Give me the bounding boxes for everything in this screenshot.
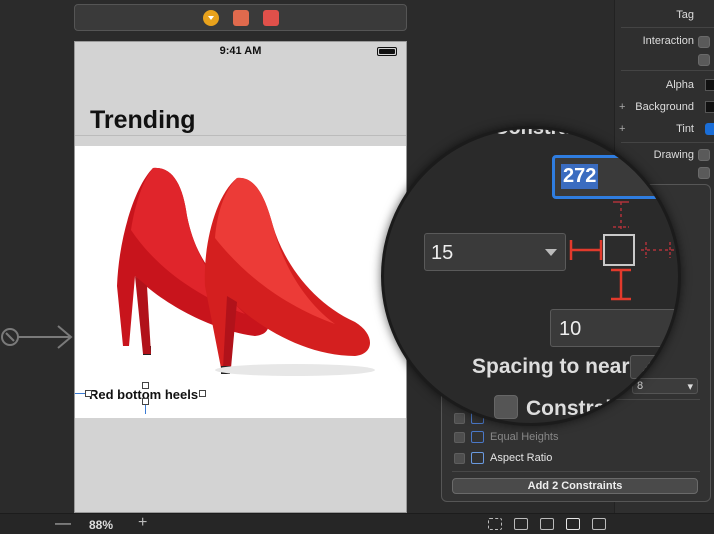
aspect-ratio-row[interactable]: Aspect Ratio <box>454 452 552 464</box>
resize-handle-left[interactable] <box>85 390 92 397</box>
bottom-constraint-line <box>145 405 146 414</box>
opaque-checkbox[interactable] <box>698 149 710 161</box>
first-responder-icon[interactable] <box>232 9 249 26</box>
aspect-ratio-label: Aspect Ratio <box>490 452 553 464</box>
leading-constraint-line <box>75 393 85 394</box>
zoom-level[interactable]: 88% <box>89 518 113 532</box>
zoom-out-button[interactable]: — <box>55 515 71 533</box>
spacing-to-nearest-select[interactable] <box>630 355 678 379</box>
canvas-bottom-toolbar: — 88% + <box>0 513 714 534</box>
zoom-in-button[interactable]: + <box>138 514 147 532</box>
aspect-ratio-checkbox[interactable] <box>454 452 465 464</box>
constrain-to-margins-checkbox[interactable] <box>494 395 518 419</box>
align-icon[interactable] <box>540 518 554 530</box>
exit-icon[interactable] <box>262 9 279 26</box>
constraint-struts-icon[interactable] <box>384 129 681 426</box>
divider <box>621 27 714 28</box>
alpha-field[interactable] <box>705 79 714 91</box>
constraint-target-box <box>603 234 635 266</box>
resize-handle-top[interactable] <box>142 382 149 389</box>
add-variation-icon[interactable]: + <box>619 101 625 113</box>
equal-heights-row[interactable]: Equal Heights <box>454 431 559 443</box>
resolve-auto-layout-issues-icon[interactable] <box>592 518 606 530</box>
aspect-ratio-icon <box>471 452 484 464</box>
update-frames-icon[interactable] <box>488 518 502 530</box>
status-bar: 9:41 AM <box>75 42 406 62</box>
chevron-down-icon: ▾ <box>687 381 693 393</box>
alpha-label: Alpha <box>665 79 694 91</box>
divider <box>621 70 714 71</box>
red-heels-image[interactable] <box>95 156 385 386</box>
tint-label: Tint <box>676 123 694 135</box>
interaction-label: Interaction <box>642 35 694 47</box>
scene-dock <box>74 4 407 31</box>
user-interaction-checkbox[interactable] <box>698 36 710 48</box>
status-time: 9:41 AM <box>219 45 262 57</box>
add-constraints-button[interactable]: Add 2 Constraints <box>452 478 698 494</box>
equal-heights-label: Equal Heights <box>490 431 559 443</box>
background-color-well[interactable] <box>705 101 714 113</box>
equal-heights-checkbox[interactable] <box>454 431 465 443</box>
tint-color-well[interactable] <box>705 123 714 135</box>
view-controller-icon[interactable] <box>202 9 219 26</box>
battery-icon <box>377 47 397 56</box>
xcode-storyboard-canvas: 9:41 AM Trending Red bottom heels Tag In… <box>0 0 714 534</box>
tag-label: Tag <box>676 9 694 21</box>
equal-heights-icon <box>471 431 484 443</box>
embed-in-stack-icon[interactable] <box>514 518 528 530</box>
constrain-to-margins-label: Constrain <box>526 397 625 420</box>
nav-divider <box>75 135 406 136</box>
multiple-touch-checkbox[interactable] <box>698 54 710 66</box>
page-title: Trending <box>90 106 196 134</box>
magnifier-lens: Constrain 272 15 10 Spacing to nearest C… <box>381 126 681 426</box>
add-new-constraints-icon[interactable] <box>566 518 580 530</box>
entry-point-arrow-icon[interactable] <box>0 320 74 354</box>
hidden-checkbox[interactable] <box>698 167 710 179</box>
iphone-scene[interactable]: 9:41 AM Trending Red bottom heels <box>74 41 407 513</box>
resize-handle-bottom[interactable] <box>142 398 149 405</box>
divider <box>452 471 700 472</box>
resize-handle-right[interactable] <box>199 390 206 397</box>
background-label: Background <box>635 101 694 113</box>
